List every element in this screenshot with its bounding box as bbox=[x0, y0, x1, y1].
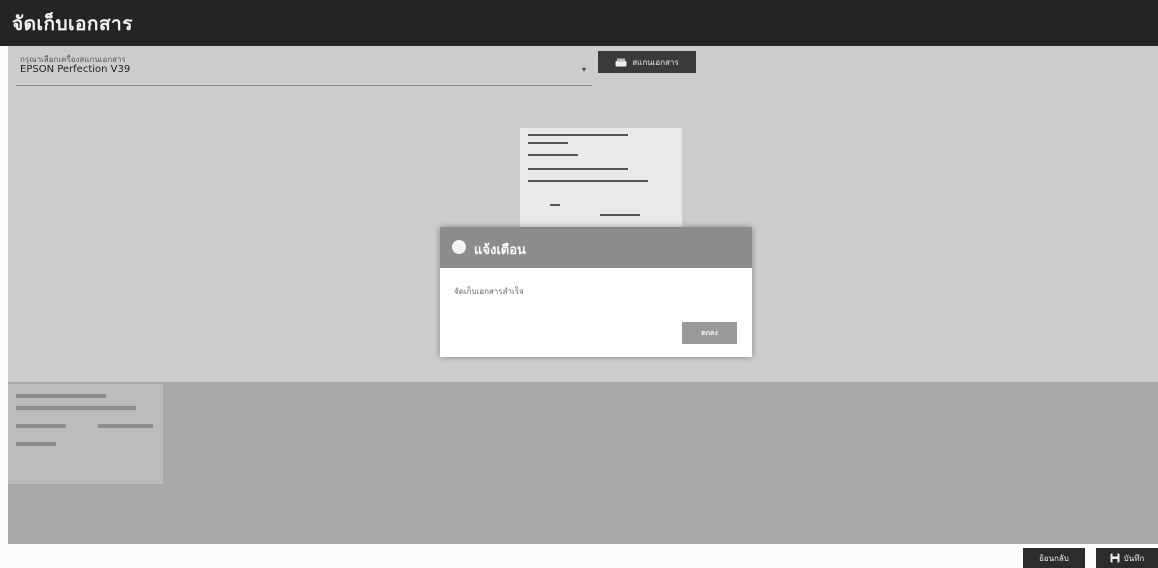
save-button-label: บันทึก bbox=[1123, 553, 1145, 563]
document-list-area bbox=[8, 382, 1158, 544]
scan-document-button[interactable]: สแกนเอกสาร bbox=[598, 51, 696, 73]
scan-document-button-label: สแกนเอกสาร bbox=[632, 57, 679, 67]
thumbnail-line bbox=[16, 406, 136, 410]
scanned-document-preview bbox=[520, 128, 682, 228]
ok-button[interactable]: ตกลง bbox=[682, 322, 737, 344]
save-icon bbox=[1110, 553, 1120, 563]
scanner-select[interactable]: กรุณาเลือกเครื่องสแกนเอกสาร EPSON Perfec… bbox=[16, 50, 592, 86]
chevron-down-icon: ▾ bbox=[581, 65, 586, 74]
thumbnail-line bbox=[16, 442, 56, 446]
scanner-select-value: EPSON Perfection V39 bbox=[20, 64, 131, 75]
preview-line bbox=[528, 134, 628, 136]
preview-line bbox=[600, 214, 640, 216]
alert-dialog-title: แจ้งเตือน bbox=[474, 243, 526, 258]
preview-line bbox=[528, 180, 648, 182]
title-bar: จัดเก็บเอกสาร bbox=[0, 0, 1158, 46]
preview-line bbox=[528, 154, 578, 156]
document-thumbnail-panel bbox=[8, 384, 163, 484]
preview-line bbox=[550, 204, 560, 206]
preview-line bbox=[528, 142, 568, 144]
save-button[interactable]: บันทึก bbox=[1096, 548, 1158, 568]
scanner-icon bbox=[615, 58, 627, 67]
back-button[interactable]: ย้อนกลับ bbox=[1023, 548, 1085, 568]
thumbnail-line bbox=[16, 394, 106, 398]
preview-line bbox=[528, 168, 628, 170]
page-title: จัดเก็บเอกสาร bbox=[12, 13, 133, 35]
thumbnail-line bbox=[16, 424, 66, 428]
alert-dialog-message: จัดเก็บเอกสารสำเร็จ bbox=[454, 287, 524, 296]
alert-dialog: แจ้งเตือน จัดเก็บเอกสารสำเร็จ ตกลง bbox=[440, 227, 752, 357]
thumbnail-line bbox=[98, 424, 153, 428]
alert-dialog-header: แจ้งเตือน bbox=[440, 227, 752, 268]
info-icon bbox=[452, 240, 466, 254]
